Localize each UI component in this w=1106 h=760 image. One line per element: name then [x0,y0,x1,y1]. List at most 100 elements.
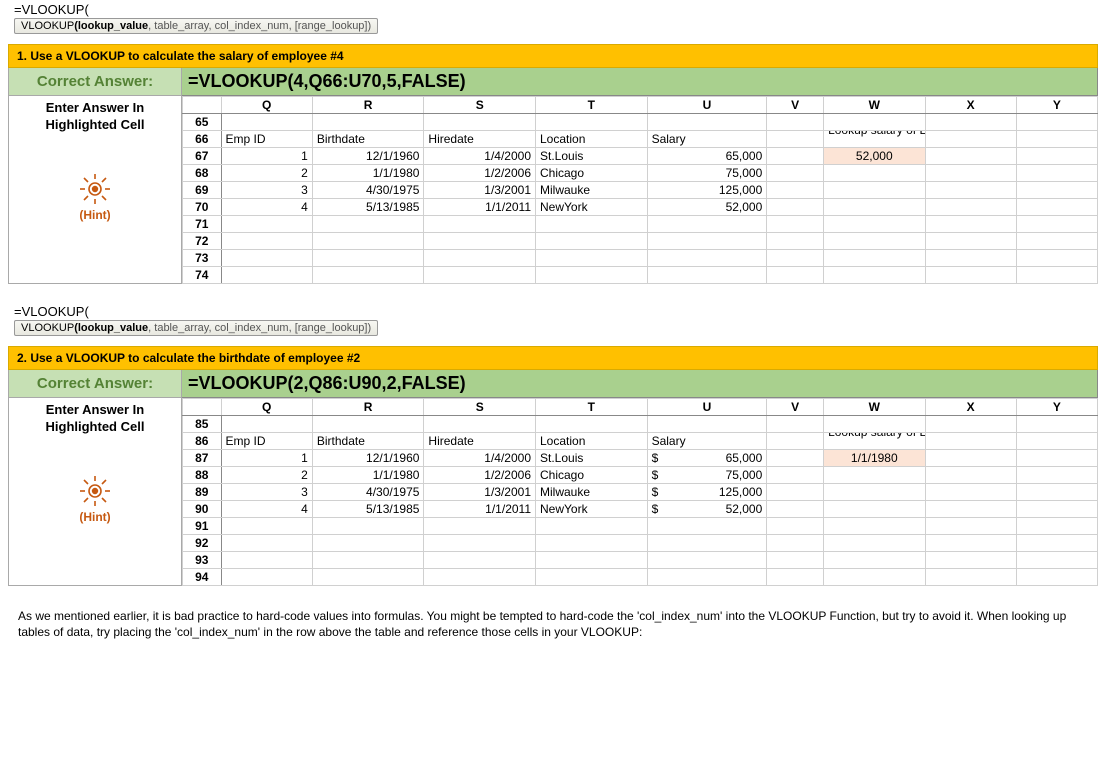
formula-text[interactable]: =VLOOKUP( [14,304,1092,319]
col-header[interactable]: Q [221,97,312,114]
cell[interactable]: 1/3/2001 [424,484,536,501]
grid-1[interactable]: Q R S T U V W X Y 65 66 Emp ID Birthdate… [182,96,1098,284]
table-row[interactable]: 68 2 1/1/1980 1/2/2006 Chicago 75,000 [183,165,1098,182]
col-header[interactable]: X [925,399,1016,416]
cell[interactable]: Lookup salary of Emp ID 2 [824,433,925,450]
cell[interactable]: 5/13/1985 [312,501,424,518]
cell[interactable]: Hiredate [424,433,536,450]
table-row[interactable]: 85 [183,416,1098,433]
table-row[interactable]: 70 4 5/13/1985 1/1/2011 NewYork 52,000 [183,199,1098,216]
col-header[interactable]: R [312,97,424,114]
cell[interactable]: 4 [221,501,312,518]
cell[interactable]: Emp ID [221,433,312,450]
cell[interactable]: 1/1/1980 [312,467,424,484]
table-row[interactable]: 69 3 4/30/1975 1/3/2001 Milwauke 125,000 [183,182,1098,199]
cell[interactable]: 1/4/2000 [424,450,536,467]
cell[interactable]: Milwauke [536,484,648,501]
cell[interactable]: Salary [647,433,767,450]
table-row[interactable]: 94 [183,569,1098,586]
cell[interactable]: Milwauke [536,182,648,199]
cell[interactable]: 5/13/1985 [312,199,424,216]
col-header[interactable]: U [647,97,767,114]
cell[interactable]: $125,000 [647,484,767,501]
cell[interactable]: NewYork [536,501,648,518]
cell[interactable]: 1/1/2011 [424,501,536,518]
col-header[interactable]: S [424,399,536,416]
cell[interactable]: Hiredate [424,131,536,148]
table-row[interactable]: 88 2 1/1/1980 1/2/2006 Chicago $75,000 [183,467,1098,484]
col-header[interactable]: V [767,399,824,416]
cell[interactable]: $52,000 [647,501,767,518]
cell[interactable]: $75,000 [647,467,767,484]
cell[interactable]: Chicago [536,467,648,484]
cell[interactable]: 65,000 [647,148,767,165]
cell[interactable]: 1 [221,148,312,165]
hint-button[interactable]: (Hint) [78,474,112,524]
table-row[interactable]: 89 3 4/30/1975 1/3/2001 Milwauke $125,00… [183,484,1098,501]
col-header[interactable]: Y [1016,399,1097,416]
cell[interactable]: 12/1/1960 [312,148,424,165]
col-header[interactable]: T [536,97,648,114]
cell[interactable]: 1/3/2001 [424,182,536,199]
table-row[interactable]: 87 1 12/1/1960 1/4/2000 St.Louis $65,000… [183,450,1098,467]
col-header[interactable]: V [767,97,824,114]
cell[interactable]: St.Louis [536,148,648,165]
table-row[interactable]: 73 [183,250,1098,267]
col-header[interactable]: T [536,399,648,416]
cell[interactable]: 2 [221,165,312,182]
table-row[interactable]: 91 [183,518,1098,535]
cell[interactable]: Location [536,131,648,148]
grid-2[interactable]: Q R S T U V W X Y 85 86 Emp ID Birthdate… [182,398,1098,586]
result-cell[interactable]: 52,000 [824,148,925,165]
table-row[interactable]: 92 [183,535,1098,552]
table-row[interactable]: 72 [183,233,1098,250]
side-panel-1: Enter Answer In Highlighted Cell (Hi [8,96,182,284]
cell[interactable]: 12/1/1960 [312,450,424,467]
cell[interactable]: St.Louis [536,450,648,467]
cell[interactable]: 1/1/2011 [424,199,536,216]
cell[interactable]: 1/2/2006 [424,165,536,182]
result-cell[interactable]: 1/1/1980 [824,450,925,467]
cell[interactable]: 1 [221,450,312,467]
cell[interactable]: Location [536,433,648,450]
hint-button[interactable]: (Hint) [78,172,112,222]
cell[interactable]: Birthdate [312,131,424,148]
col-header[interactable]: W [824,399,925,416]
table-row[interactable]: 74 [183,267,1098,284]
cell[interactable]: 1/4/2000 [424,148,536,165]
col-header[interactable]: X [925,97,1016,114]
cell[interactable]: 1/2/2006 [424,467,536,484]
col-header[interactable]: W [824,97,925,114]
cell[interactable]: 3 [221,182,312,199]
cell[interactable]: Salary [647,131,767,148]
col-header[interactable]: U [647,399,767,416]
cell[interactable]: 4 [221,199,312,216]
cell[interactable]: 1/1/1980 [312,165,424,182]
cell[interactable]: 75,000 [647,165,767,182]
cell[interactable]: Chicago [536,165,648,182]
table-row[interactable]: 65 [183,114,1098,131]
cell[interactable]: Birthdate [312,433,424,450]
table-row[interactable]: 93 [183,552,1098,569]
table-row[interactable]: 71 [183,216,1098,233]
col-header[interactable]: R [312,399,424,416]
formula-text[interactable]: =VLOOKUP( [14,2,1092,17]
cell[interactable]: 4/30/1975 [312,182,424,199]
cell[interactable]: 3 [221,484,312,501]
table-row[interactable]: 67 1 12/1/1960 1/4/2000 St.Louis 65,000 … [183,148,1098,165]
col-header[interactable]: Q [221,399,312,416]
cell[interactable]: Lookup salary of Emp ID 4 [824,131,925,148]
cell[interactable]: 125,000 [647,182,767,199]
table-row[interactable]: 66 Emp ID Birthdate Hiredate Location Sa… [183,131,1098,148]
cell[interactable]: Emp ID [221,131,312,148]
cell[interactable]: 2 [221,467,312,484]
side-title: Enter Answer In Highlighted Cell [46,398,145,436]
cell[interactable]: $65,000 [647,450,767,467]
table-row[interactable]: 90 4 5/13/1985 1/1/2011 NewYork $52,000 [183,501,1098,518]
cell[interactable]: 4/30/1975 [312,484,424,501]
cell[interactable]: 52,000 [647,199,767,216]
cell[interactable]: NewYork [536,199,648,216]
col-header[interactable]: S [424,97,536,114]
table-row[interactable]: 86 Emp ID Birthdate Hiredate Location Sa… [183,433,1098,450]
col-header[interactable]: Y [1016,97,1097,114]
